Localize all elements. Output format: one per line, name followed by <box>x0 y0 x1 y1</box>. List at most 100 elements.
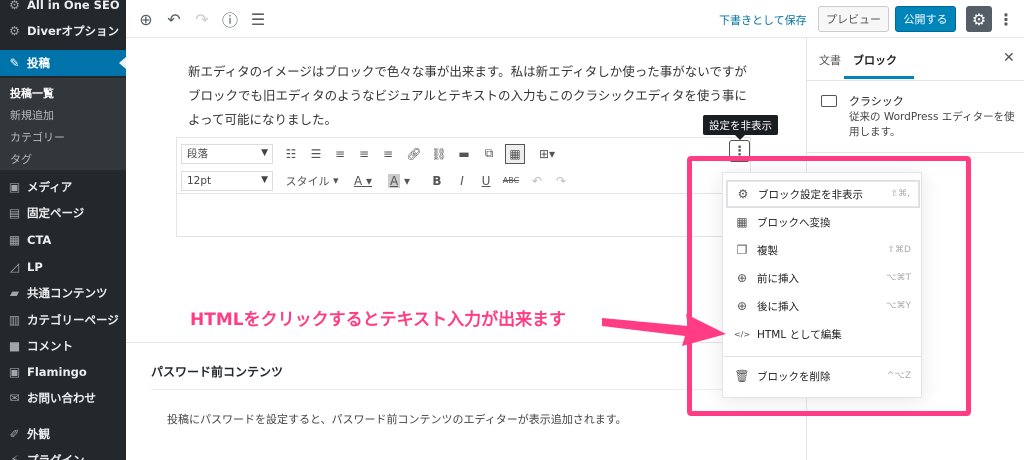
sidebar-item-category-pages[interactable]: ▥ カテゴリーページ <box>0 307 126 333</box>
sidebar-item-common-content[interactable]: ▰ 共通コンテンツ <box>0 280 126 306</box>
gear-icon: ⚙ <box>9 24 20 38</box>
sidebar-item-label: CTA <box>27 233 52 247</box>
outline-list-icon[interactable]: ☰ <box>248 9 268 29</box>
font-size-select[interactable]: 12pt ▼ <box>181 170 273 191</box>
background-color-icon[interactable]: A ▾ <box>385 171 413 191</box>
settings-gear-button[interactable]: ⚙ <box>966 6 992 32</box>
sidebar-item-label: 共通コンテンツ <box>27 286 108 300</box>
align-left-icon[interactable]: ≡ <box>332 144 348 164</box>
unlink-icon[interactable]: ⛓ <box>431 144 447 164</box>
redo-icon[interactable]: ↷ <box>192 9 212 29</box>
tooltip: 設定を非表示 <box>703 115 778 140</box>
active-tab-indicator <box>844 76 914 79</box>
numbered-list-icon[interactable]: ☰ <box>308 144 324 164</box>
sidebar-item-label: 投稿 <box>27 56 50 70</box>
sidebar-item-plugins[interactable]: ⚡ プラグイン <box>0 447 126 460</box>
flamingo-icon: ▣ <box>8 365 21 379</box>
submenu-tags[interactable]: タグ <box>10 151 32 167</box>
table-icon[interactable]: ⊞▾ <box>533 144 561 164</box>
close-icon[interactable]: ✕ <box>1003 50 1015 66</box>
align-center-icon[interactable]: ≡ <box>356 144 372 164</box>
cta-icon: ▦ <box>8 233 21 247</box>
preview-button[interactable]: プレビュー <box>818 6 889 32</box>
publish-button[interactable]: 公開する <box>895 6 956 32</box>
paragraph-block[interactable]: 新エディタのイメージはブロックで色々な事が出来ます。私は新エディタしか使った事が… <box>188 60 748 132</box>
sidebar-item-label: お問い合わせ <box>27 391 96 405</box>
redo-icon[interactable]: ↷ <box>553 171 569 191</box>
bold-icon[interactable]: B <box>429 171 445 191</box>
sidebar-item-label: 外観 <box>27 427 50 441</box>
add-block-icon[interactable]: ⊕ <box>136 9 156 29</box>
style-dropdown[interactable]: スタイル ▾ <box>283 171 341 191</box>
text-color-icon[interactable]: A ▾ <box>349 171 377 191</box>
italic-icon[interactable]: I <box>454 171 470 191</box>
bullet-list-icon[interactable]: ☷ <box>283 144 299 164</box>
folder-icon: ▰ <box>9 286 20 300</box>
info-icon[interactable]: ⓘ <box>220 9 240 30</box>
tab-document[interactable]: 文書 <box>819 52 841 68</box>
classic-toolbar-row-1: 段落 ▼ ☷ ☰ ≡ ≡ ≡ 🔗︎ ⛓ ▬ ⧉ ▦ ⊞▾ <box>177 140 750 167</box>
plugin-icon: ⚡ <box>10 453 19 460</box>
submenu-all-posts[interactable]: 投稿一覧 <box>10 85 54 101</box>
format-select-value: 段落 <box>187 148 208 160</box>
comment-icon: ■ <box>8 339 21 353</box>
align-right-icon[interactable]: ≡ <box>380 144 396 164</box>
sidebar-item-media[interactable]: ▣ メディア <box>0 174 126 200</box>
sidebar-item-diver-options[interactable]: ⚙ Diverオプション <box>0 18 126 44</box>
sidebar-item-seo[interactable]: ⚙ All in One SEO <box>0 0 126 18</box>
sidebar-item-label: All in One SEO <box>27 0 120 12</box>
undo-icon[interactable]: ↶ <box>164 9 184 29</box>
editor-header-toolbar: ⊕ ↶ ↷ ⓘ ☰ 下書きとして保存 プレビュー 公開する ⚙ ⋮ <box>126 0 1024 38</box>
sidebar-item-label: カテゴリーページ <box>27 313 119 327</box>
annotation-highlight-box <box>687 156 971 416</box>
submenu-categories[interactable]: カテゴリー <box>10 129 65 145</box>
classic-editor-block: 段落 ▼ ☷ ☰ ≡ ≡ ≡ 🔗︎ ⛓ ▬ ⧉ ▦ ⊞▾ 12pt ▼ スタイル… <box>176 137 751 237</box>
sidebar-item-label: Flamingo <box>27 365 87 379</box>
sidebar-item-pages[interactable]: ▤ 固定ページ <box>0 200 126 226</box>
style-dropdown-label: スタイル <box>285 174 330 188</box>
category-icon: ▥ <box>8 313 21 327</box>
underline-icon[interactable]: U <box>478 171 494 191</box>
sidebar-item-label: Diverオプション <box>27 24 119 38</box>
section-title: パスワード前コンテンツ <box>151 365 284 379</box>
sidebar-item-contact[interactable]: ✉ お問い合わせ <box>0 385 126 411</box>
classic-toolbar-row-2: 12pt ▼ スタイル ▾ A ▾ A ▾ B I U ABC ↶ ↷ <box>177 167 750 194</box>
sidebar-item-label: LP <box>27 260 43 274</box>
sidebar-item-posts[interactable]: ✎ 投稿 <box>0 50 126 76</box>
sidebar-item-flamingo[interactable]: ▣ Flamingo <box>0 359 126 385</box>
annotation-text: HTMLをクリックするとテキスト入力が出来ます <box>190 310 567 330</box>
sidebar-item-appearance[interactable]: ✐ 外観 <box>0 421 126 447</box>
tab-block[interactable]: ブロック <box>853 52 897 68</box>
lp-icon: ◿ <box>9 260 20 274</box>
format-select[interactable]: 段落 ▼ <box>181 143 273 164</box>
section-description: 投稿にパスワードを設定すると、パスワード前コンテンツのエディターが表示追加されま… <box>167 413 627 426</box>
sidebar-item-label: コメント <box>27 339 73 353</box>
divider <box>807 152 1024 153</box>
submenu-add-new[interactable]: 新規追加 <box>10 107 54 123</box>
mail-icon: ✉ <box>9 391 20 405</box>
font-size-value: 12pt <box>187 174 212 187</box>
chevron-down-icon: ▼ <box>261 174 268 185</box>
special-char-icon[interactable]: ⧉ <box>481 144 497 164</box>
chevron-down-icon: ▼ <box>261 147 268 158</box>
sidebar-item-label: プラグイン <box>27 453 85 460</box>
read-more-icon[interactable]: ▬ <box>456 144 472 164</box>
sidebar-item-cta[interactable]: ▦ CTA <box>0 227 126 253</box>
classic-editor-text-area[interactable] <box>177 194 750 236</box>
divider <box>807 80 1024 81</box>
more-menu-icon[interactable]: ⋮ <box>998 9 1014 29</box>
annotation-arrow-icon <box>602 314 726 346</box>
sidebar-item-label: 固定ページ <box>27 206 85 220</box>
link-icon[interactable]: 🔗︎ <box>406 144 422 164</box>
strikethrough-icon[interactable]: ABC <box>502 171 520 191</box>
gear-icon: ⚙ <box>971 9 987 29</box>
save-draft-link[interactable]: 下書きとして保存 <box>719 12 807 28</box>
block-description: 従来の WordPress エディターを使用します。 <box>849 111 1015 138</box>
toolbar-toggle-icon[interactable]: ▦ <box>505 143 525 164</box>
undo-icon[interactable]: ↶ <box>529 171 545 191</box>
keyboard-icon <box>821 95 837 107</box>
sidebar-item-comments[interactable]: ■ コメント <box>0 333 126 359</box>
sidebar-item-lp[interactable]: ◿ LP <box>0 254 126 280</box>
sidebar-item-label: メディア <box>27 180 73 194</box>
admin-sidebar: ⚙ All in One SEO ⚙ Diverオプション ✎ 投稿 投稿一覧 … <box>0 0 126 460</box>
